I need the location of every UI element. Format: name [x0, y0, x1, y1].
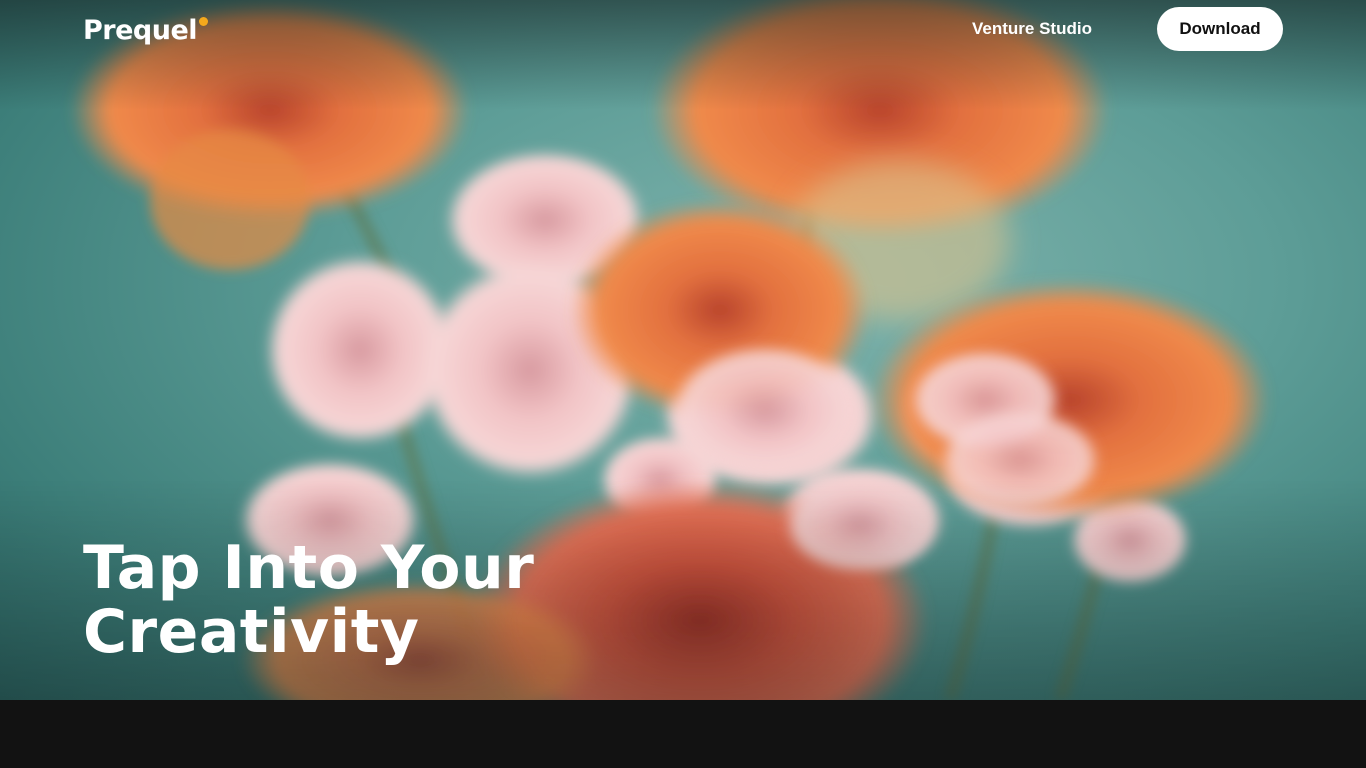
logo-wordmark: Prequel	[83, 15, 198, 46]
hero-headline: Tap Into Your Creativity	[83, 536, 683, 664]
hero-section: Prequel Venture Studio Download Tap Into…	[0, 0, 1366, 700]
nav-link-venture-studio[interactable]: Venture Studio	[972, 17, 1092, 41]
logo-dot-icon	[199, 17, 209, 26]
download-button[interactable]: Download	[1157, 7, 1283, 51]
hero-headline-line2: Creativity	[83, 597, 420, 667]
prequel-logo[interactable]: Prequel	[83, 14, 209, 48]
hero-headline-line1: Tap Into Your	[83, 533, 535, 603]
dark-section-band	[0, 700, 1366, 768]
